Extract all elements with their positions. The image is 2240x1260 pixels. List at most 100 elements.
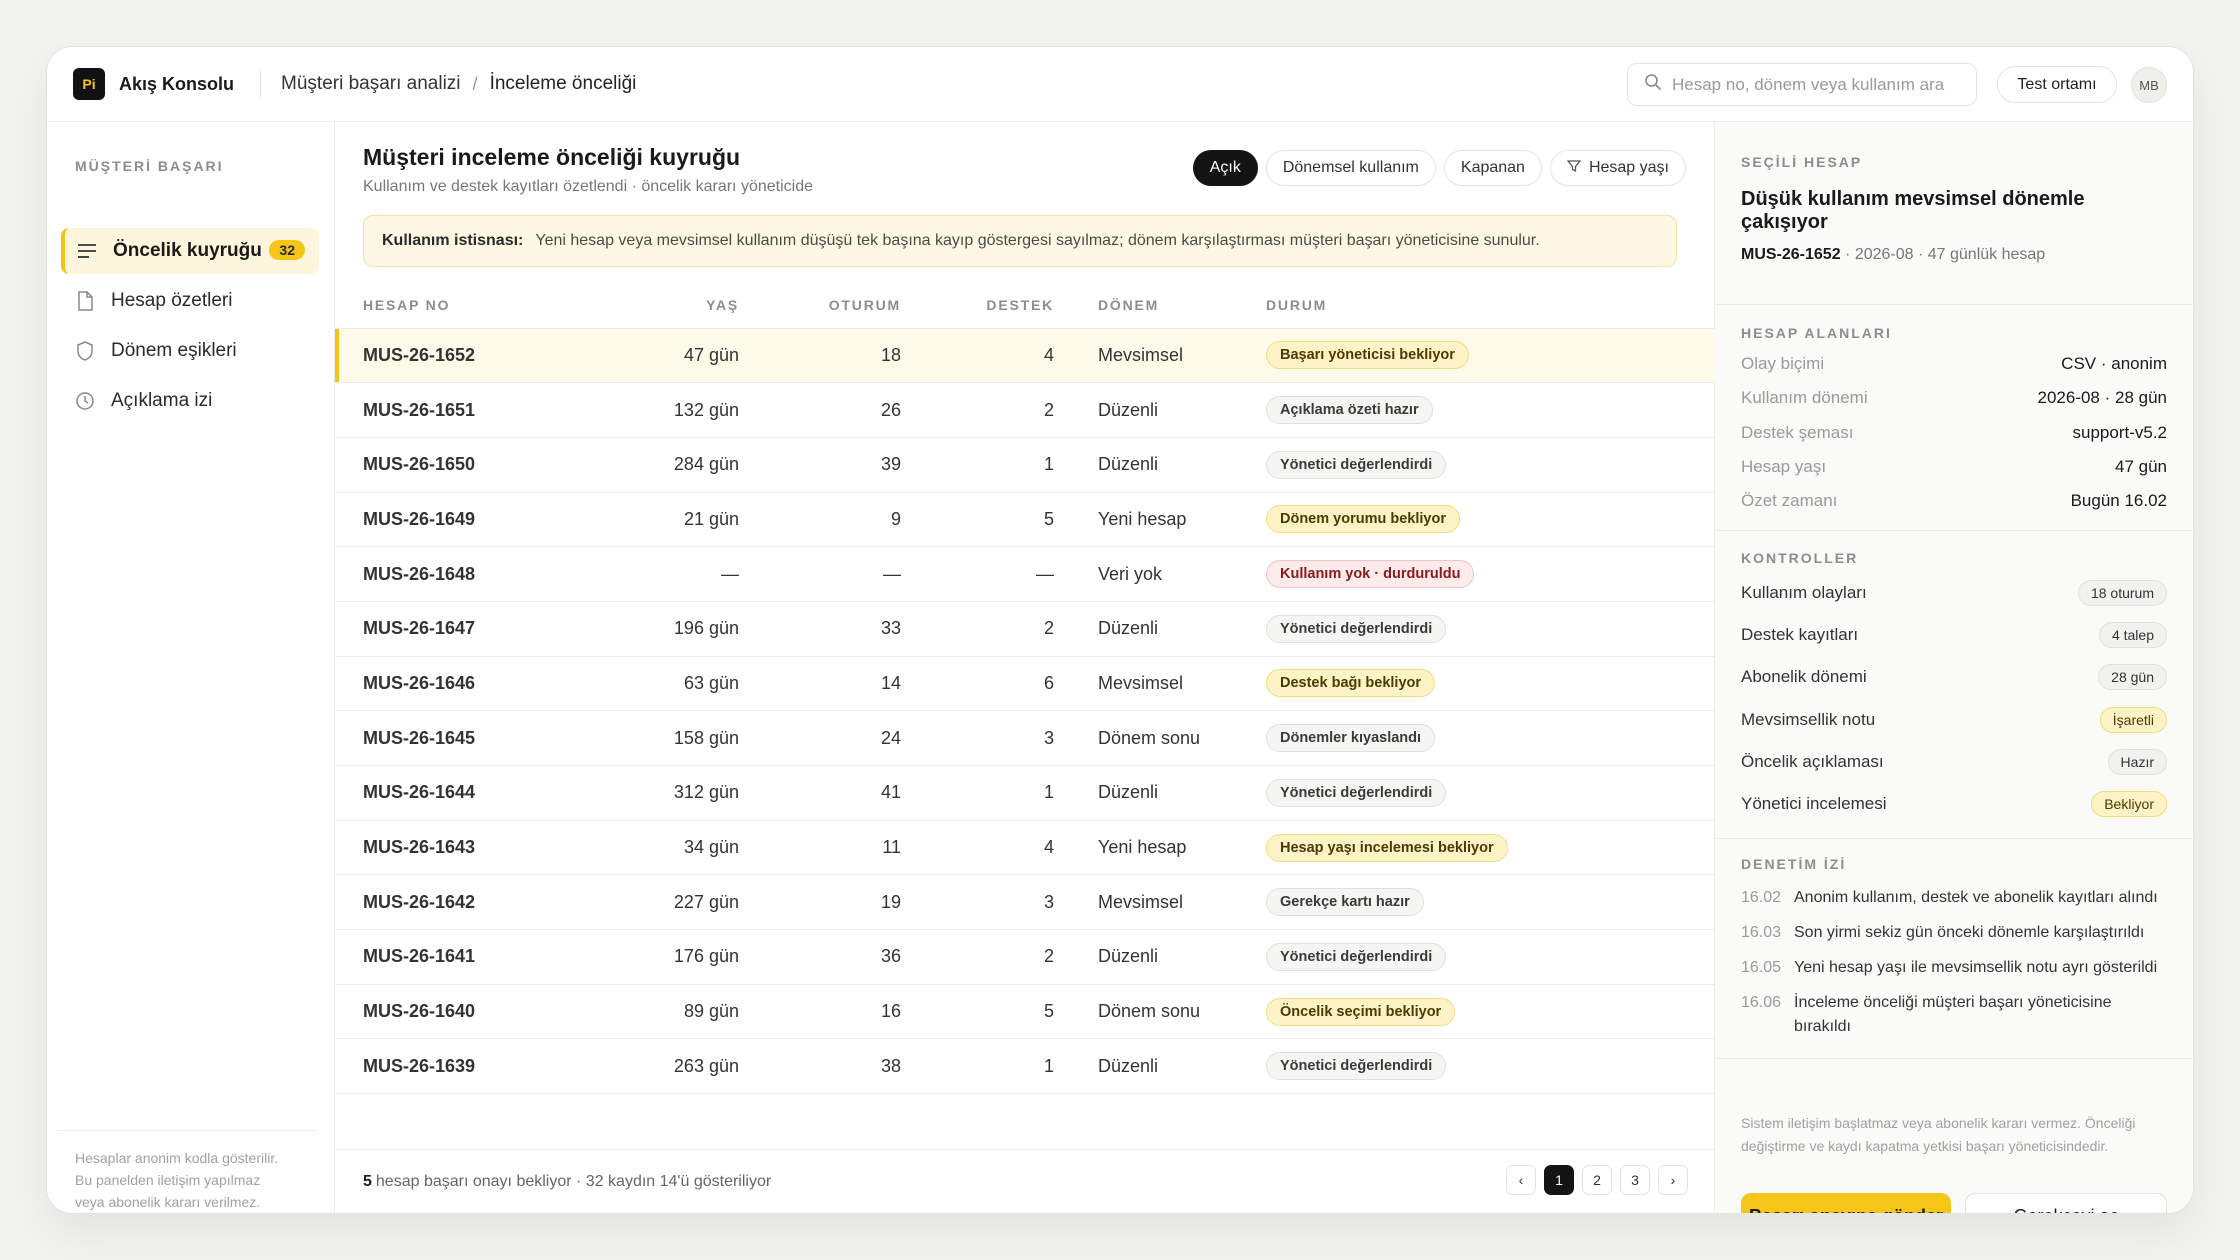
send-for-approval-button[interactable]: Başarı onayına gönder xyxy=(1741,1193,1951,1213)
filter-open[interactable]: Açık xyxy=(1192,150,1258,186)
table-row[interactable]: MUS-26-1640 89 gün 16 5 Dönem sonu Öncelik se… xyxy=(335,984,1715,1040)
table-row[interactable]: MUS-26-1645 158 gün 24 3 Dönem sonu Dönemler … xyxy=(335,710,1715,766)
control-status-badge: Bekliyor xyxy=(2091,791,2167,818)
page-button-1[interactable]: 1 xyxy=(1544,1165,1574,1195)
table-row[interactable]: MUS-26-1646 63 gün 14 6 Mevsimsel Destek bağı… xyxy=(335,656,1715,712)
page-button-3[interactable]: 3 xyxy=(1620,1165,1650,1195)
table-row[interactable]: MUS-26-1643 34 gün 11 4 Yeni hesap Hesap yaşı… xyxy=(335,820,1715,876)
next-page-button[interactable]: › xyxy=(1658,1165,1688,1195)
age-cell: — xyxy=(585,546,739,602)
column-header[interactable]: DÖNEM xyxy=(1054,282,1264,329)
account-id-cell: MUS-26-1644 xyxy=(335,765,585,821)
status-cell: Destek bağı bekliyor xyxy=(1264,656,1715,712)
age-cell: 196 gün xyxy=(585,601,739,657)
search-input[interactable] xyxy=(1672,74,1962,95)
audit-time: 16.03 xyxy=(1741,924,1782,941)
support-cell: 4 xyxy=(901,820,1054,876)
field-key: Destek şeması xyxy=(1741,422,1854,442)
audit-text: Anonim kullanım, destek ve abonelik kayı… xyxy=(1794,889,2158,906)
usage-exception-notice: Kullanım istisnası: Yeni hesap veya mevs… xyxy=(363,215,1677,267)
shield-icon xyxy=(75,341,95,361)
field-row: Hesap yaşı 47 gün xyxy=(1741,450,2167,484)
period-cell: Mevsimsel xyxy=(1054,874,1264,931)
app-name: Akış Konsolu xyxy=(119,73,235,94)
selected-account-title: Düşük kullanım mevsimsel dönemle çakışıy… xyxy=(1741,188,2085,233)
support-cell: 3 xyxy=(901,874,1054,931)
period-cell: Dönem sonu xyxy=(1054,710,1264,766)
column-header[interactable]: YAŞ xyxy=(585,282,739,329)
audit-time: 16.05 xyxy=(1741,959,1782,976)
divider xyxy=(1715,304,2193,305)
age-cell: 47 gün xyxy=(585,328,739,384)
status-badge: Yönetici değerlendirdi xyxy=(1266,942,1447,971)
user-avatar[interactable]: MB xyxy=(2131,67,2167,103)
status-badge: Yönetici değerlendirdi xyxy=(1266,450,1447,479)
sessions-cell: 11 xyxy=(739,820,901,876)
period-cell: Düzenli xyxy=(1054,437,1264,493)
field-key: Özet zamanı xyxy=(1741,491,1838,511)
filter-icon xyxy=(1566,159,1582,178)
table-row[interactable]: MUS-26-1644 312 gün 41 1 Düzenli Yönetici değ… xyxy=(335,765,1715,821)
page-button-2[interactable]: 2 xyxy=(1582,1165,1612,1195)
audit-time: 16.06 xyxy=(1741,994,1782,1011)
notice-label: Kullanım istisnası: xyxy=(382,232,524,249)
column-header[interactable]: HESAP NO xyxy=(335,282,585,329)
table-row[interactable]: MUS-26-1639 263 gün 38 1 Düzenli Yönetici değ… xyxy=(335,1038,1715,1095)
environment-button[interactable]: Test ortamı xyxy=(1997,66,2117,103)
table-row[interactable]: MUS-26-1648— — — Veri yok Kullanım yok · dur… xyxy=(335,546,1715,602)
sidebar-item-period-thresholds[interactable]: Dönem eşikleri xyxy=(61,328,319,374)
table-row[interactable]: MUS-26-1652 47 gün 18 4 Mevsimsel Başarı yöne… xyxy=(335,328,1715,384)
sessions-cell: 41 xyxy=(739,765,901,821)
column-header[interactable]: DESTEK xyxy=(901,282,1054,329)
notice-text: Yeni hesap veya mevsimsel kullanım düşüş… xyxy=(535,232,1540,249)
prev-page-button[interactable]: ‹ xyxy=(1506,1165,1536,1195)
sidebar-section-title: MÜŞTERİ BAŞARI xyxy=(75,158,224,174)
table-row[interactable]: MUS-26-1650 284 gün 39 1 Düzenli Yönetici değ… xyxy=(335,437,1715,493)
table-row[interactable]: MUS-26-1649 21 gün 9 5 Yeni hesap Dönem yorum… xyxy=(335,492,1715,548)
sidebar-item-label: Dönem eşikleri xyxy=(111,340,237,361)
column-header[interactable]: DURUM xyxy=(1264,282,1715,329)
breadcrumb-parent[interactable]: Müşteri başarı analizi xyxy=(281,73,461,95)
open-rationale-button[interactable]: Gerekçeyi aç xyxy=(1965,1193,2167,1213)
table-row[interactable]: MUS-26-1641 176 gün 36 2 Düzenli Yönetici değ… xyxy=(335,929,1715,985)
page-title: Müşteri inceleme önceliği kuyruğu xyxy=(363,144,741,170)
filter-closed[interactable]: Kapanan xyxy=(1443,150,1542,186)
selected-account-id: MUS-26-1652 xyxy=(1741,246,1841,263)
audit-text: İnceleme önceliği müşteri başarı yönetic… xyxy=(1794,994,2112,1035)
sidebar-item-account-summaries[interactable]: Hesap özetleri xyxy=(61,278,319,324)
field-value: support-v5.2 xyxy=(2072,422,2168,442)
status-cell: Kullanım yok · durduruldu xyxy=(1264,546,1715,602)
filter-seasonal-usage[interactable]: Dönemsel kullanım xyxy=(1265,150,1436,186)
account-id-cell: MUS-26-1639 xyxy=(335,1038,585,1095)
table-row[interactable]: MUS-26-1647 196 gün 33 2 Düzenli Yönetici değ… xyxy=(335,601,1715,657)
pending-count: 5 xyxy=(363,1172,372,1190)
search-box[interactable] xyxy=(1627,63,1977,106)
column-header[interactable]: OTURUM xyxy=(739,282,901,329)
panel-actions: Başarı onayına gönder Gerekçeyi aç xyxy=(1741,1193,2167,1213)
status-cell: Başarı yöneticisi bekliyor xyxy=(1264,328,1715,384)
table-row[interactable]: MUS-26-1642 227 gün 19 3 Mevsimsel Gerekçe ka… xyxy=(335,874,1715,931)
filter-account-age[interactable]: Hesap yaşı xyxy=(1549,150,1686,186)
divider xyxy=(260,69,262,99)
audit-entry: 16.05 Yeni hesap yaşı ile mevsimsellik no… xyxy=(1741,956,2167,980)
breadcrumb-separator: / xyxy=(472,73,478,94)
status-cell: Dönem yorumu bekliyor xyxy=(1264,492,1715,548)
period-cell: Düzenli xyxy=(1054,765,1264,821)
sidebar-item-priority-queue[interactable]: Öncelik kuyruğu 32 xyxy=(61,228,319,274)
sessions-cell: 33 xyxy=(739,601,901,657)
field-row: Destek şeması support-v5.2 xyxy=(1741,416,2167,450)
breadcrumb-current: İnceleme önceliği xyxy=(489,73,637,94)
status-badge: Yönetici değerlendirdi xyxy=(1266,1052,1447,1081)
age-cell: 312 gün xyxy=(585,765,739,821)
control-status-badge: Hazır xyxy=(2107,748,2167,775)
table-row[interactable]: MUS-26-1651 132 gün 26 2 Düzenli Açıklama öze… xyxy=(335,382,1715,438)
disclaimer-text: Sistem iletişim başlatmaz veya abonelik … xyxy=(1741,1115,2136,1154)
sidebar-item-explanation-trail[interactable]: Açıklama izi xyxy=(61,378,319,424)
status-cell: Yönetici değerlendirdi xyxy=(1264,601,1715,657)
account-id-cell: MUS-26-1648 xyxy=(335,546,585,602)
support-cell: 2 xyxy=(901,382,1054,438)
control-row: Abonelik dönemi 28 gün xyxy=(1741,656,2167,698)
period-cell: Düzenli xyxy=(1054,929,1264,985)
control-row: Kullanım olayları 18 oturum xyxy=(1741,572,2167,614)
account-id-cell: MUS-26-1649 xyxy=(335,492,585,548)
